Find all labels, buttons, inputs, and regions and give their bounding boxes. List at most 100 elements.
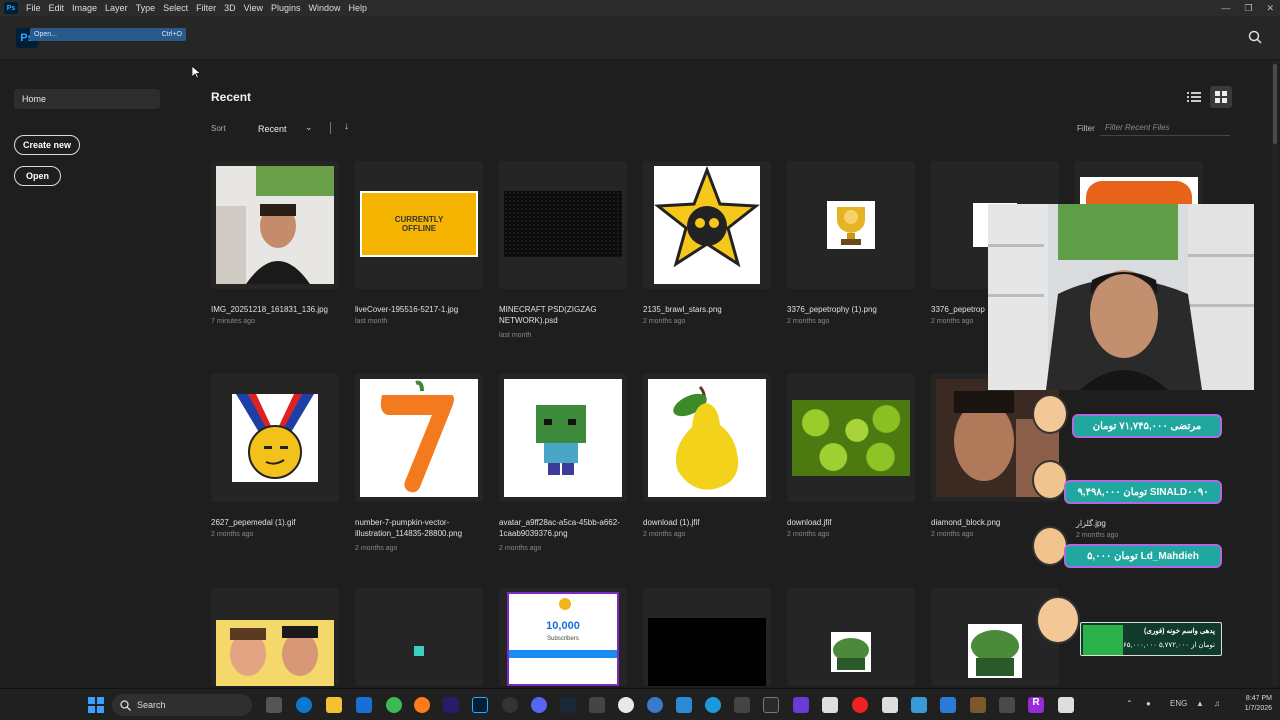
- restore-icon[interactable]: ❐: [1244, 3, 1252, 14]
- menu-view[interactable]: View: [244, 3, 263, 13]
- language-indicator[interactable]: ENG: [1170, 699, 1187, 708]
- file-tile-img-photo[interactable]: [211, 161, 339, 289]
- trophy-thumbnail: [827, 201, 875, 249]
- file-icon[interactable]: [822, 697, 838, 713]
- menu-edit[interactable]: Edit: [49, 3, 65, 13]
- edge-icon[interactable]: [296, 697, 312, 713]
- app-icon[interactable]: [705, 697, 721, 713]
- grid-view-button[interactable]: [1210, 86, 1232, 108]
- app-icon[interactable]: [618, 697, 634, 713]
- file-tile-avatar[interactable]: [499, 374, 627, 502]
- psd-thumbnail: [504, 191, 622, 257]
- app-icon[interactable]: [852, 697, 868, 713]
- sidebar-item-home[interactable]: Home: [14, 89, 160, 109]
- epic-games-icon[interactable]: [763, 697, 779, 713]
- file-icon[interactable]: [1058, 697, 1074, 713]
- file-tile-subscribers[interactable]: 10,000 Subscribers: [499, 588, 627, 686]
- app-icon[interactable]: [589, 697, 605, 713]
- app-icon[interactable]: [647, 697, 663, 713]
- menu-layer[interactable]: Layer: [105, 3, 128, 13]
- file-tile-pear[interactable]: [643, 374, 771, 502]
- file-tile-live-cover[interactable]: CURRENTLY OFFLINE: [355, 161, 483, 289]
- clock-date: 1/7/2026: [1244, 705, 1272, 712]
- task-view-icon[interactable]: [266, 697, 282, 713]
- taskbar-search[interactable]: Search: [112, 694, 252, 716]
- app-icon[interactable]: [676, 697, 692, 713]
- sort-direction-icon[interactable]: ↓: [344, 121, 349, 132]
- menu-help[interactable]: Help: [349, 3, 368, 13]
- r-app-icon[interactable]: R: [1028, 697, 1044, 713]
- file-name: 3376_pepetrophy (1).png: [787, 305, 877, 314]
- obs-icon[interactable]: [502, 697, 518, 713]
- file-name: IMG_20251218_161831_136.jpg: [211, 305, 328, 314]
- chart-app-icon[interactable]: [940, 697, 956, 713]
- file-tile-black[interactable]: [643, 588, 771, 686]
- scrollbar[interactable]: [1272, 62, 1278, 686]
- file-tile-empty[interactable]: [355, 588, 483, 686]
- minimize-icon[interactable]: —: [1221, 3, 1230, 13]
- donation-alert: ۵,۰۰۰ تومان Ld_Mahdieh: [1064, 544, 1222, 568]
- app-icon[interactable]: [734, 697, 750, 713]
- list-view-icon[interactable]: [1186, 89, 1202, 105]
- open-button[interactable]: Open: [14, 166, 61, 186]
- file-tile-two-men[interactable]: [211, 588, 339, 686]
- file-thumbnail: [414, 646, 424, 656]
- menu-select[interactable]: Select: [163, 3, 188, 13]
- subscribers-label: Subscribers: [547, 636, 579, 642]
- store-icon[interactable]: [356, 697, 372, 713]
- file-tile-pepemedal[interactable]: [211, 374, 339, 502]
- file-date: 2 months ago: [499, 545, 542, 552]
- filter-input[interactable]: [1100, 120, 1230, 136]
- menu-3d[interactable]: 3D: [224, 3, 236, 13]
- donation-alert: مرتضی ۷۱,۷۴۵,۰۰۰ تومان: [1072, 414, 1222, 438]
- menu-window[interactable]: Window: [309, 3, 341, 13]
- volume-icon[interactable]: ♫: [1214, 699, 1220, 708]
- file-date: 2 months ago: [787, 318, 830, 325]
- create-new-button[interactable]: Create new: [14, 135, 80, 155]
- minecraft-icon[interactable]: [970, 697, 986, 713]
- file-tile-pumpkin-7[interactable]: [355, 374, 483, 502]
- pumpkin-seven-thumbnail: [360, 379, 478, 497]
- file-tile-pepe[interactable]: [931, 588, 1059, 686]
- file-tile-pepe-small[interactable]: [787, 588, 915, 686]
- file-date: 2 months ago: [643, 318, 686, 325]
- file-tile-pepetrophy[interactable]: [787, 161, 915, 289]
- tray-chevron-icon[interactable]: ⌃: [1126, 699, 1133, 708]
- file-tile-green-pears[interactable]: [787, 374, 915, 502]
- file-icon[interactable]: [882, 697, 898, 713]
- firefox-icon[interactable]: [414, 697, 430, 713]
- steam-icon[interactable]: [560, 697, 576, 713]
- chevron-down-icon[interactable]: ⌄: [305, 122, 313, 133]
- app-icon[interactable]: [793, 697, 809, 713]
- close-icon[interactable]: ✕: [1266, 3, 1274, 14]
- photoshop-taskbar-icon[interactable]: [472, 697, 488, 713]
- file-name: liveCover-195516-5217-1.jpg: [355, 305, 459, 314]
- app-icon[interactable]: [911, 697, 927, 713]
- app-icon[interactable]: [999, 697, 1015, 713]
- donor-avatar-icon: [1032, 394, 1068, 434]
- menu-file[interactable]: File: [26, 3, 41, 13]
- menu-image[interactable]: Image: [72, 3, 97, 13]
- file-name: download (1).jfif: [643, 518, 700, 527]
- taskbar: Search R ⌃ ● ENG ▲ ♫ 8:47 PM 1/7/2026: [0, 688, 1280, 720]
- menu-filter[interactable]: Filter: [196, 3, 216, 13]
- windows-start-icon[interactable]: [88, 697, 104, 713]
- menu-type[interactable]: Type: [136, 3, 156, 13]
- discord-icon[interactable]: [531, 697, 547, 713]
- sort-select[interactable]: Recent: [258, 124, 287, 134]
- wifi-icon[interactable]: ▲: [1196, 699, 1204, 708]
- divider: [330, 122, 331, 134]
- menu-plugins[interactable]: Plugins: [271, 3, 301, 13]
- app-header: Ps Open... Ctrl+O: [0, 16, 1280, 60]
- file-tile-minecraft-psd[interactable]: [499, 161, 627, 289]
- file-explorer-icon[interactable]: [326, 697, 342, 713]
- file-name: download.jfif: [787, 518, 832, 527]
- donor-avatar-icon: [1032, 526, 1068, 566]
- taskbar-clock[interactable]: 8:47 PM 1/7/2026: [1245, 694, 1272, 714]
- file-tile-brawl-stars[interactable]: [643, 161, 771, 289]
- search-icon[interactable]: [1248, 30, 1262, 44]
- chrome-icon[interactable]: [386, 697, 402, 713]
- premiere-icon[interactable]: [443, 697, 459, 713]
- minecraft-avatar-thumbnail: [504, 379, 622, 497]
- microphone-icon[interactable]: ●: [1146, 699, 1151, 708]
